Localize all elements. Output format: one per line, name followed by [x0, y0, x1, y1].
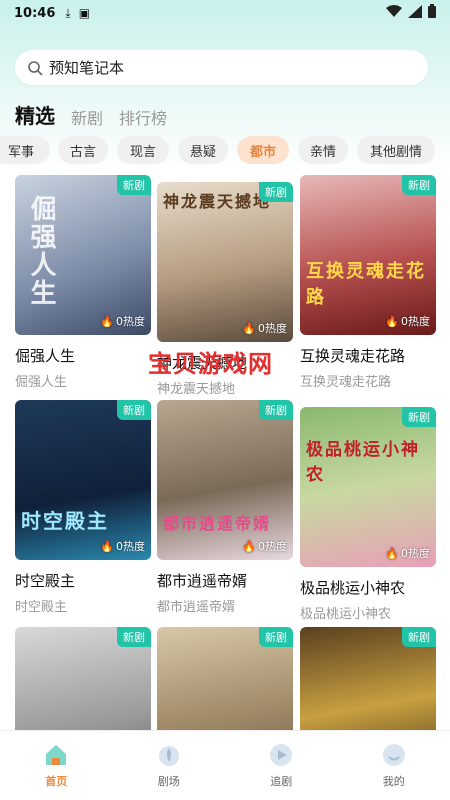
poster-image: 互换灵魂走花路 新剧 🔥 0热度: [300, 175, 436, 335]
drama-card[interactable]: 倔强人生 新剧 🔥 0热度 倔强人生 倔强人生: [15, 175, 151, 390]
heat-indicator: 🔥 0热度: [100, 314, 145, 329]
poster-image: 新剧: [300, 627, 436, 730]
card-title: 时空殿主: [15, 572, 76, 590]
nav-theater[interactable]: 剧场: [129, 743, 209, 789]
new-badge: 新剧: [259, 627, 293, 647]
drama-card[interactable]: 新剧: [15, 627, 151, 730]
poster-image: 倔强人生 新剧 🔥 0热度: [15, 175, 151, 335]
drama-card[interactable]: 都市逍遥帝婿 新剧 🔥 0热度 都市逍遥帝婿 都市逍遥帝婿: [157, 400, 293, 615]
new-badge: 新剧: [402, 175, 436, 195]
play-icon: [270, 743, 293, 766]
card-subtitle: 倔强人生: [15, 375, 68, 390]
home-icon: [46, 744, 67, 765]
watermark-text: 宝贝游戏网: [148, 350, 273, 378]
tab-bar: 精选 新剧 排行榜: [15, 100, 167, 129]
wifi-icon: [386, 4, 402, 22]
poster-image: 都市逍遥帝婿 新剧 🔥 0热度: [157, 400, 293, 560]
tab-new[interactable]: 新剧: [71, 105, 103, 129]
poster-title: 互换灵魂走花路: [306, 261, 426, 308]
notification-icon: ▣: [78, 6, 91, 20]
nav-label: 首页: [45, 774, 68, 788]
tab-ranking[interactable]: 排行榜: [119, 105, 167, 129]
drama-grid: 倔强人生 新剧 🔥 0热度 倔强人生 倔强人生 神龙震天撼地 新剧 🔥 0热度 神龙…: [0, 172, 450, 730]
tab-featured[interactable]: 精选: [15, 100, 55, 129]
poster-title: 倔强人生: [26, 195, 56, 307]
download-icon: ⤓: [65, 5, 71, 20]
nav-label: 追剧: [270, 774, 293, 788]
poster-title: 都市逍遥帝婿: [163, 514, 272, 533]
status-bar: 10:46 ⤓ ▣: [0, 0, 450, 26]
poster-image: 极品桃运小神农 新剧 🔥 0热度: [300, 407, 436, 567]
card-subtitle: 都市逍遥帝婿: [157, 600, 236, 615]
card-subtitle: 神龙震天撼地: [157, 382, 236, 397]
poster-title: 时空殿主: [21, 509, 109, 533]
card-title: 极品桃运小神农: [300, 579, 406, 597]
nav-label: 我的: [382, 774, 405, 788]
chip-other[interactable]: 其他剧情: [357, 136, 435, 164]
heat-indicator: 🔥 0热度: [100, 539, 145, 554]
drama-card[interactable]: 新剧: [300, 627, 436, 730]
drama-card[interactable]: 新剧: [157, 627, 293, 730]
card-title: 倔强人生: [15, 347, 76, 365]
theater-icon: [158, 745, 179, 766]
nav-profile[interactable]: 我的: [354, 743, 434, 789]
chip-urban[interactable]: 都市: [237, 136, 289, 164]
category-chips: 军事 古言 现言 悬疑 都市 亲情 其他剧情: [0, 136, 450, 164]
search-bar[interactable]: [15, 50, 428, 85]
poster-title: 极品桃运小神农: [306, 440, 420, 485]
bottom-nav: 首页 剧场 追剧 我的: [0, 730, 450, 800]
nav-following[interactable]: 追剧: [241, 743, 321, 789]
status-time: 10:46: [14, 5, 56, 21]
card-subtitle: 时空殿主: [15, 600, 68, 615]
nav-label: 剧场: [157, 774, 180, 788]
battery-icon: [428, 4, 436, 22]
heat-indicator: 🔥 0热度: [385, 546, 430, 561]
new-badge: 新剧: [259, 400, 293, 420]
card-subtitle: 极品桃运小神农: [300, 607, 392, 622]
search-input[interactable]: [49, 58, 409, 77]
drama-card[interactable]: 极品桃运小神农 新剧 🔥 0热度 极品桃运小神农 极品桃运小神农: [300, 407, 436, 622]
chip-family[interactable]: 亲情: [298, 136, 348, 164]
heat-indicator: 🔥 0热度: [385, 314, 430, 329]
flame-icon: 🔥: [242, 539, 256, 553]
new-badge: 新剧: [402, 627, 436, 647]
heat-indicator: 🔥 0热度: [242, 321, 287, 336]
new-badge: 新剧: [402, 407, 436, 427]
flame-icon: 🔥: [242, 321, 256, 335]
signal-icon: [408, 4, 422, 22]
chip-ancient-romance[interactable]: 古言: [58, 136, 108, 164]
drama-card[interactable]: 时空殿主 新剧 🔥 0热度 时空殿主 时空殿主: [15, 400, 151, 615]
flame-icon: 🔥: [100, 539, 114, 553]
card-subtitle: 互换灵魂走花路: [300, 375, 392, 390]
new-badge: 新剧: [117, 400, 151, 420]
poster-image: 神龙震天撼地 新剧 🔥 0热度: [157, 182, 293, 342]
new-badge: 新剧: [259, 182, 293, 202]
card-title: 互换灵魂走花路: [300, 347, 406, 365]
chip-military[interactable]: 军事: [0, 136, 50, 164]
search-icon: [28, 60, 43, 76]
poster-image: 新剧: [157, 627, 293, 730]
new-badge: 新剧: [117, 175, 151, 195]
flame-icon: 🔥: [385, 546, 399, 560]
new-badge: 新剧: [117, 627, 151, 647]
profile-icon: [382, 743, 405, 766]
flame-icon: 🔥: [100, 314, 114, 328]
flame-icon: 🔥: [385, 314, 399, 328]
drama-card[interactable]: 互换灵魂走花路 新剧 🔥 0热度 互换灵魂走花路 互换灵魂走花路: [300, 175, 436, 390]
heat-indicator: 🔥 0热度: [242, 539, 287, 554]
chip-suspense[interactable]: 悬疑: [178, 136, 228, 164]
poster-image: 新剧: [15, 627, 151, 730]
poster-image: 时空殿主 新剧 🔥 0热度: [15, 400, 151, 560]
chip-modern-romance[interactable]: 现言: [117, 136, 169, 164]
card-title: 都市逍遥帝婿: [157, 572, 248, 590]
poster-title: 神龙震天撼地: [163, 192, 272, 211]
nav-home[interactable]: 首页: [16, 743, 96, 789]
